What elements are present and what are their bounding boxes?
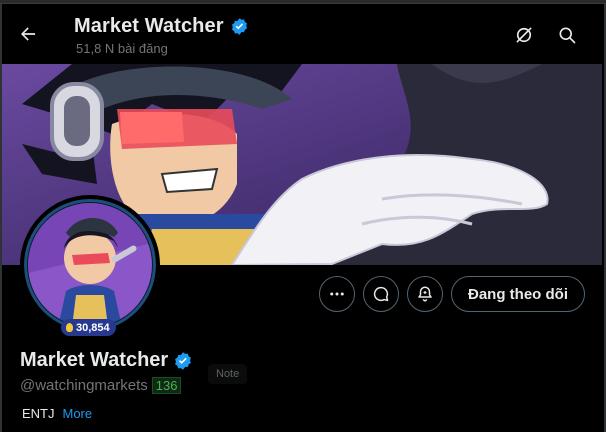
score-badge: 30,854 [61,319,116,336]
following-button[interactable]: Đang theo dõi [451,276,585,312]
avatar[interactable] [28,203,152,327]
bio-more-link[interactable]: More [63,406,93,421]
message-button[interactable] [363,276,399,312]
profile-display-name: Market Watcher [20,349,169,371]
bio-row: ENTJ More [22,406,92,421]
score-value: 30,854 [76,321,110,334]
message-icon [373,286,389,302]
post-count: 51,8 N bài đăng [76,41,168,56]
grok-icon [516,27,532,43]
profile-name-row: Market Watcher [20,349,193,372]
avatar-illustration [28,203,152,327]
search-button[interactable] [549,17,585,53]
handle-count-badge: 136 [151,377,182,394]
note-field[interactable]: Note [208,364,248,384]
notification-button[interactable] [407,276,443,312]
back-arrow-icon [21,27,36,41]
profile-handle: @watchingmarkets [20,377,148,394]
bio-text: ENTJ [22,406,55,421]
header-title: Market Watcher [74,15,224,37]
header-title-row: Market Watcher [74,15,249,38]
more-horizontal-icon [330,292,344,296]
notification-bell-icon [418,286,432,302]
grok-button[interactable] [506,17,542,53]
handle-row: @watchingmarkets 136 [20,377,182,394]
more-options-button[interactable] [319,276,355,312]
lightbulb-icon [66,323,73,332]
search-icon [559,27,576,44]
verified-badge-icon [230,17,249,36]
back-button[interactable] [10,16,46,52]
verified-badge-icon[interactable] [173,351,193,371]
